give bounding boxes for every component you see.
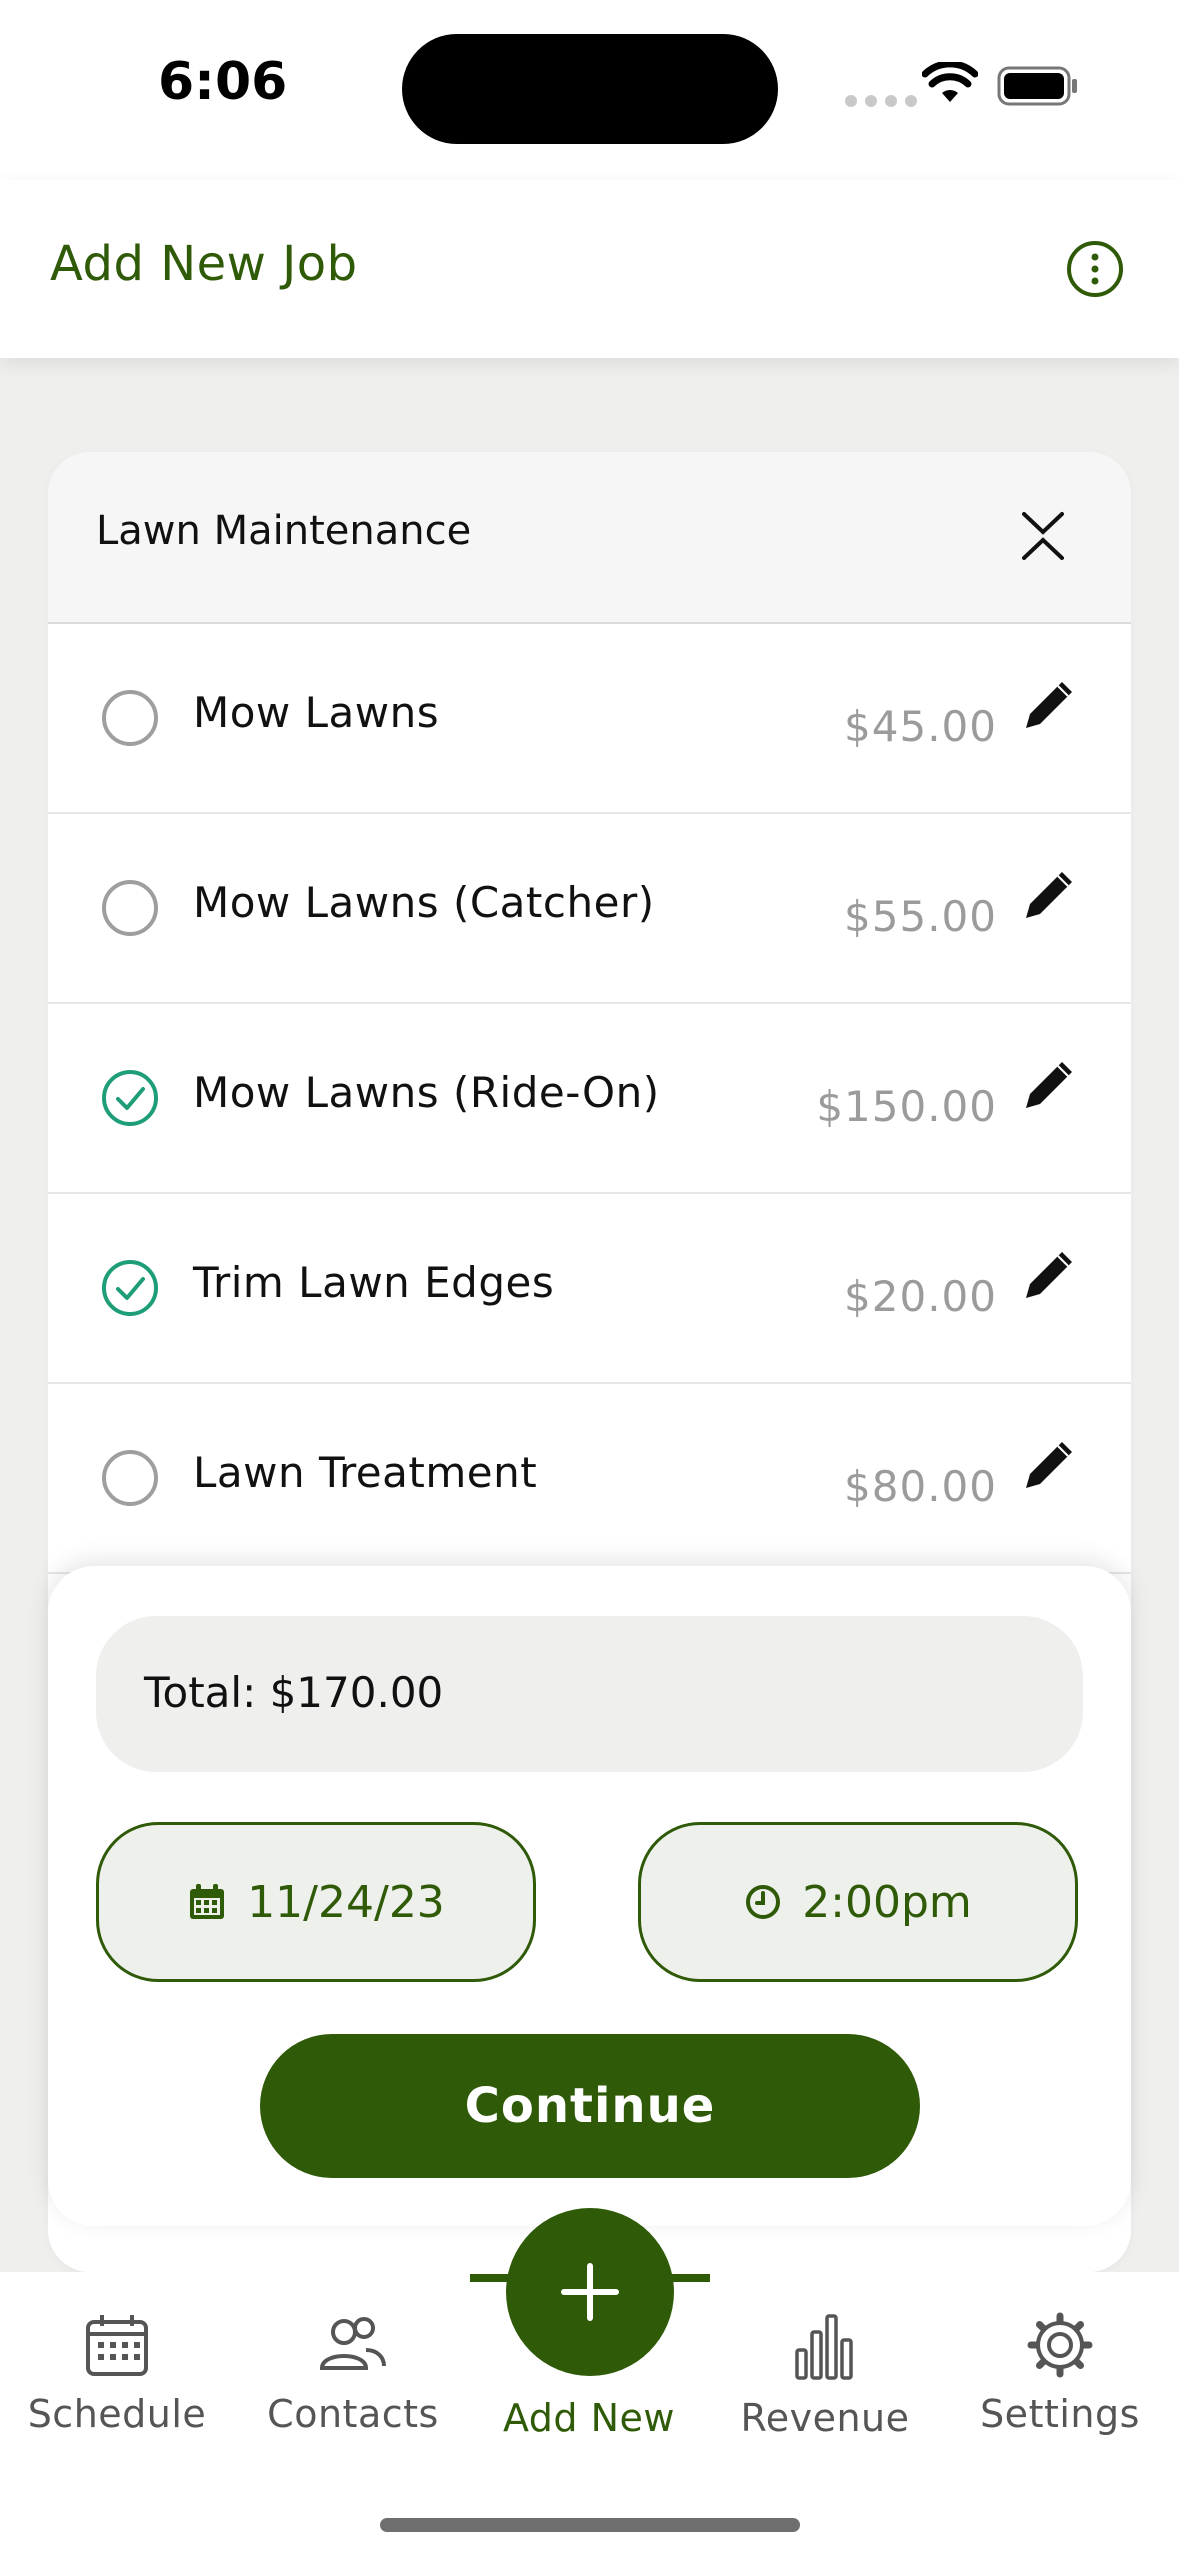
service-label: Lawn Treatment	[193, 1448, 538, 1497]
calendar-icon	[190, 1884, 225, 1919]
service-list: Mow Lawns $45.00 Mow Lawns (Catcher) $55…	[48, 624, 1131, 1574]
status-bar: 6:06	[0, 0, 1179, 180]
continue-label: Continue	[464, 2078, 716, 2134]
service-price: $80.00	[844, 1462, 997, 1511]
tab-label: Revenue	[740, 2396, 910, 2440]
calendar-icon	[86, 2315, 148, 2376]
pencil-icon[interactable]	[1016, 1434, 1080, 1498]
clock-icon	[746, 1885, 781, 1919]
page-title: Add New Job	[50, 236, 358, 292]
continue-button[interactable]: Continue	[260, 2034, 920, 2178]
collapse-icon[interactable]	[1018, 508, 1068, 564]
tab-label: Settings	[980, 2392, 1140, 2436]
home-indicator	[380, 2518, 800, 2532]
wifi-icon	[922, 62, 978, 102]
service-row[interactable]: Mow Lawns (Catcher) $55.00	[48, 814, 1131, 1004]
tab-settings[interactable]: Settings	[950, 2312, 1170, 2436]
users-icon	[319, 2317, 386, 2370]
service-row[interactable]: Trim Lawn Edges $20.00	[48, 1194, 1131, 1384]
job-summary-panel: Total: $170.00 11/24/23 2:00pm Continue	[48, 1566, 1131, 2226]
app-header: Add New Job	[0, 180, 1179, 358]
tab-label: Contacts	[267, 2392, 439, 2436]
tab-add-new[interactable]: Add New	[479, 2382, 699, 2440]
dynamic-island	[402, 34, 778, 144]
date-picker-button[interactable]: 11/24/23	[96, 1822, 536, 1982]
check-circle-icon[interactable]	[101, 1259, 159, 1317]
signal-dots-icon	[845, 95, 917, 107]
service-label: Mow Lawns (Catcher)	[193, 878, 655, 927]
service-price: $55.00	[844, 892, 997, 941]
bar-chart-icon	[795, 2314, 853, 2380]
radio-unchecked-icon[interactable]	[101, 879, 159, 937]
pencil-icon[interactable]	[1016, 1054, 1080, 1118]
service-price: $20.00	[844, 1272, 997, 1321]
pencil-icon[interactable]	[1016, 1244, 1080, 1308]
date-value: 11/24/23	[247, 1876, 445, 1928]
service-row[interactable]: Mow Lawns (Ride-On) $150.00	[48, 1004, 1131, 1194]
tab-label: Schedule	[27, 2392, 207, 2436]
pencil-icon[interactable]	[1016, 674, 1080, 738]
service-label: Mow Lawns (Ride-On)	[193, 1068, 660, 1117]
tab-label: Add New	[502, 2396, 676, 2440]
more-vertical-icon[interactable]	[1066, 240, 1124, 298]
tab-contacts[interactable]: Contacts	[243, 2312, 463, 2436]
category-title: Lawn Maintenance	[96, 508, 472, 554]
total-display: Total: $170.00	[96, 1616, 1083, 1772]
battery-icon	[997, 66, 1077, 106]
service-label: Mow Lawns	[193, 688, 440, 737]
service-price: $45.00	[844, 702, 997, 751]
pencil-icon[interactable]	[1016, 864, 1080, 928]
status-time: 6:06	[158, 52, 288, 112]
time-picker-button[interactable]: 2:00pm	[638, 1822, 1078, 1982]
service-row[interactable]: Lawn Treatment $80.00	[48, 1384, 1131, 1574]
check-circle-icon[interactable]	[101, 1069, 159, 1127]
service-price: $150.00	[816, 1082, 997, 1131]
tab-revenue[interactable]: Revenue	[715, 2312, 935, 2440]
tab-schedule[interactable]: Schedule	[7, 2312, 227, 2436]
category-header[interactable]: Lawn Maintenance	[48, 452, 1131, 624]
service-label: Trim Lawn Edges	[193, 1258, 555, 1307]
radio-unchecked-icon[interactable]	[101, 1449, 159, 1507]
gear-icon	[1027, 2312, 1093, 2378]
fab-accent-bar	[470, 2274, 510, 2282]
time-value: 2:00pm	[802, 1876, 972, 1928]
add-new-button[interactable]	[506, 2208, 674, 2376]
service-row[interactable]: Mow Lawns $45.00	[48, 624, 1131, 814]
total-text: Total: $170.00	[144, 1668, 444, 1717]
fab-accent-bar	[670, 2274, 710, 2282]
radio-unchecked-icon[interactable]	[101, 689, 159, 747]
